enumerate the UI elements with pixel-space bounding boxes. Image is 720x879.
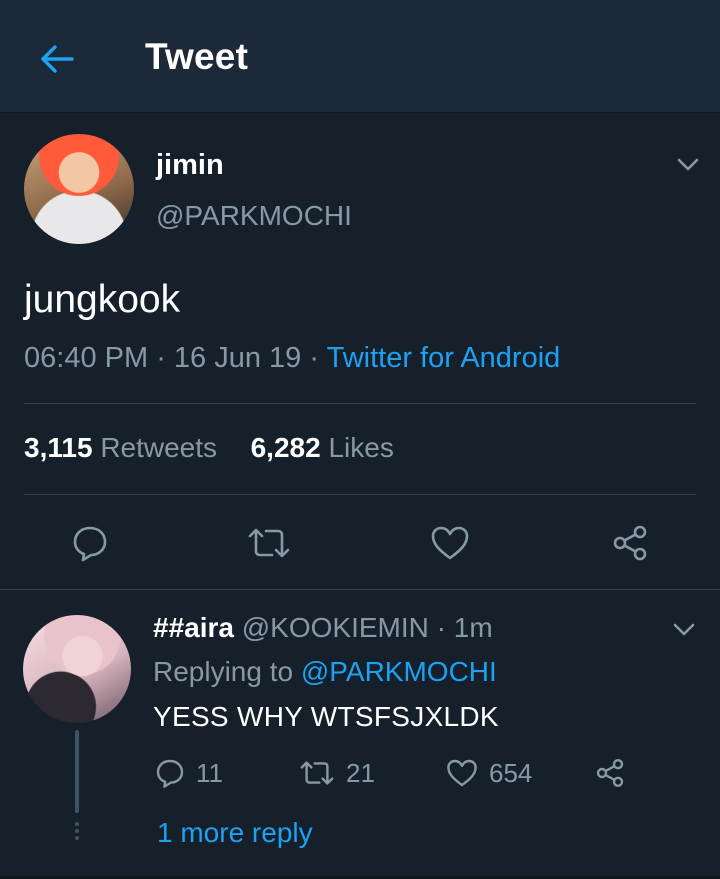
thread-dot: [75, 836, 79, 840]
reply-reply-button[interactable]: 11: [154, 753, 223, 793]
share-icon: [596, 759, 624, 787]
meta-separator: ·: [309, 342, 327, 374]
chevron-down-icon: [673, 623, 695, 636]
reply-share-button[interactable]: [594, 753, 626, 793]
reply-button[interactable]: [65, 518, 115, 568]
avatar[interactable]: [23, 615, 131, 723]
reply-icon: [156, 759, 184, 788]
tweet-options-button[interactable]: [673, 150, 703, 180]
tweet-stats: 3,115 Retweets 6,282 Likes: [24, 432, 394, 464]
reply-retweet-button[interactable]: 21: [298, 753, 375, 793]
retweet-icon: [300, 761, 334, 785]
reply-handle[interactable]: @KOOKIEMIN: [242, 612, 429, 643]
thread-dot: [75, 829, 79, 833]
divider: [24, 494, 696, 495]
like-icon: [431, 526, 469, 560]
likes-count: 6,282: [250, 432, 321, 463]
thread-dot: [75, 822, 79, 826]
share-icon: [613, 525, 647, 561]
tweet-time: 06:40 PM: [24, 342, 149, 374]
reply-icon: [73, 526, 107, 562]
back-button[interactable]: [30, 32, 84, 86]
reply-options-button[interactable]: [669, 615, 699, 645]
retweet-button[interactable]: [244, 518, 294, 568]
divider: [24, 403, 696, 404]
tweet-meta: 06:40 PM · 16 Jun 19 · Twitter for Andro…: [24, 342, 560, 375]
likes-stat[interactable]: 6,282 Likes: [251, 432, 394, 464]
reply-time: 1m: [453, 612, 493, 643]
replying-to: Replying to @PARKMOCHI: [153, 656, 497, 688]
like-count: 654: [489, 757, 533, 788]
reply-display-name[interactable]: ##aira: [153, 612, 234, 643]
meta-separator: ·: [156, 342, 174, 374]
replying-prefix: Replying to: [153, 656, 294, 687]
retweet-icon: [248, 528, 290, 558]
share-button[interactable]: [605, 518, 655, 568]
chevron-down-icon: [677, 158, 699, 171]
reply-text: YESS WHY WTSFSJXLDK: [153, 701, 499, 732]
arrow-left-icon: [41, 45, 74, 73]
meta-separator: ·: [436, 612, 446, 643]
retweets-stat[interactable]: 3,115 Retweets: [24, 432, 217, 464]
reply-tweet[interactable]: ##aira @KOOKIEMIN · 1m Replying to @PARK…: [0, 590, 720, 879]
reply-header: ##aira @KOOKIEMIN · 1m: [153, 612, 493, 644]
more-replies-link[interactable]: 1 more reply: [157, 817, 313, 849]
tweet-date: 16 Jun 19: [173, 342, 302, 374]
like-button[interactable]: [425, 518, 475, 568]
replying-to-mention[interactable]: @PARKMOCHI: [301, 656, 497, 687]
retweet-count: 21: [346, 757, 375, 788]
top-bar: Tweet: [0, 0, 720, 113]
retweets-count: 3,115: [24, 432, 93, 463]
reply-like-button[interactable]: 654: [445, 753, 532, 793]
author-handle[interactable]: @PARKMOCHI: [156, 200, 352, 232]
tweet-text: jungkook: [24, 278, 181, 321]
tweet-source-link[interactable]: Twitter for Android: [327, 342, 561, 374]
page-title: Tweet: [145, 36, 249, 77]
like-icon: [447, 759, 477, 787]
retweets-label: Retweets: [100, 432, 218, 463]
avatar[interactable]: [24, 134, 134, 244]
reply-count: 11: [196, 757, 223, 788]
author-display-name[interactable]: jimin: [156, 149, 224, 182]
thread-line: [75, 730, 79, 813]
likes-label: Likes: [328, 432, 394, 463]
